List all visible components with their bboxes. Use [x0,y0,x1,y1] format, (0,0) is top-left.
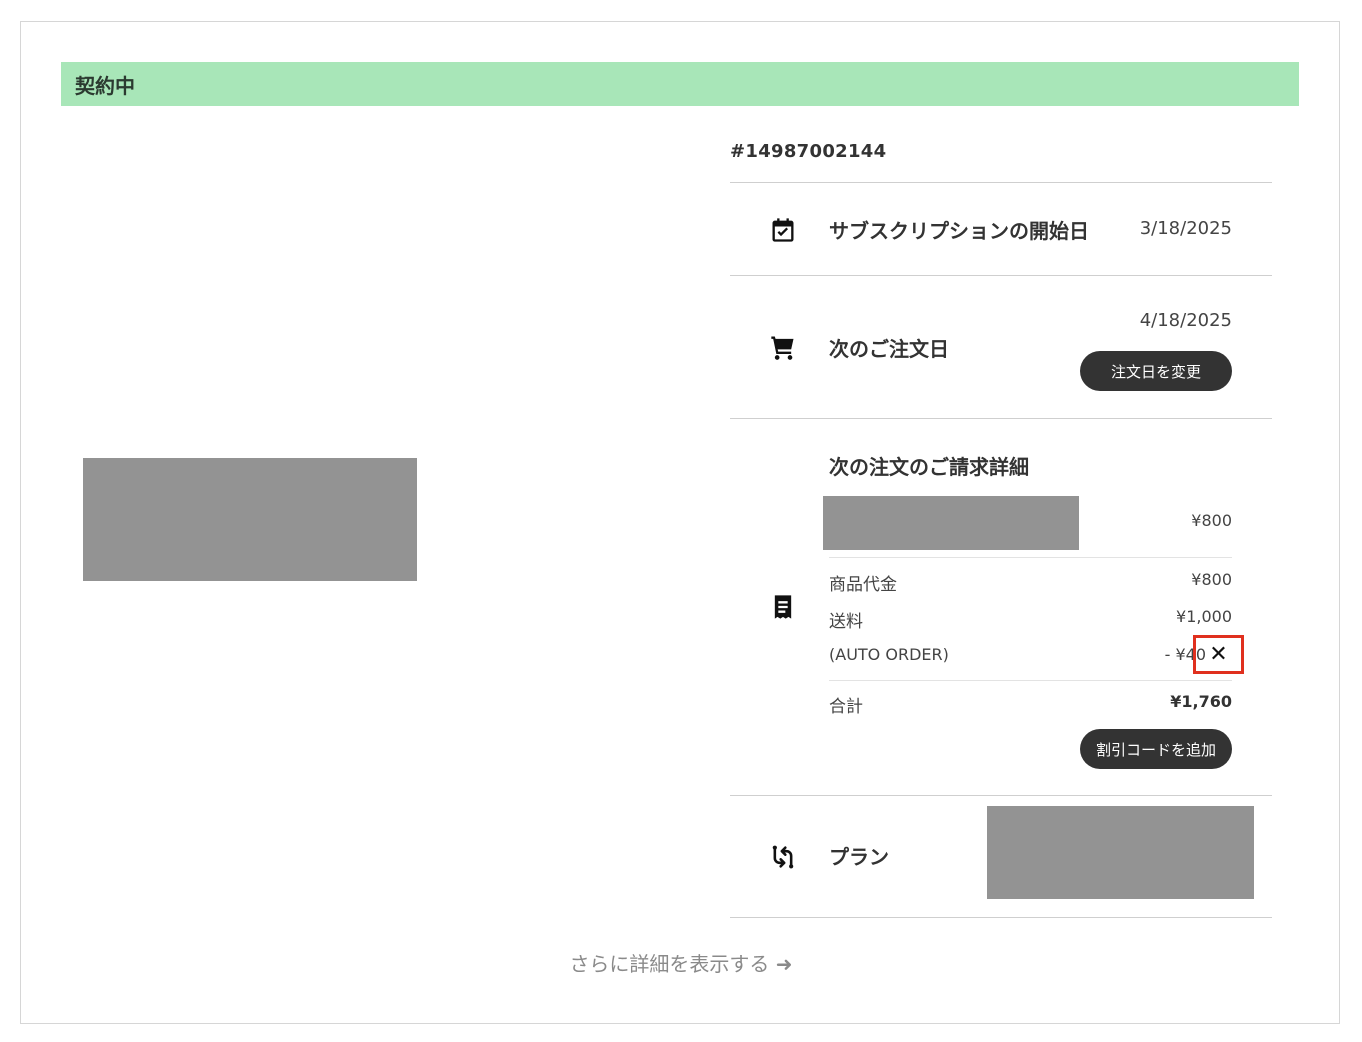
divider [730,275,1272,276]
divider [730,917,1272,918]
next-order-date: 4/18/2025 [1139,310,1232,331]
shipping-label: 送料 [829,612,863,632]
billing-title: 次の注文のご請求詳細 [829,455,1029,479]
show-more-link[interactable]: さらに詳細を表示する ➜ [0,948,1362,977]
divider [829,680,1232,681]
billing-line-discount: (AUTO ORDER) - ¥40 [829,645,1206,664]
status-banner: 契約中 [61,62,1299,106]
close-icon: ✕ [1209,642,1228,667]
subtotal-value: ¥800 [1191,570,1232,589]
next-order-label: 次のご注文日 [829,337,949,361]
divider [829,557,1232,558]
total-label: 合計 [829,697,863,717]
receipt-icon [769,593,797,621]
product-price: ¥800 [1191,511,1232,530]
total-value: ¥1,760 [1170,692,1232,711]
order-number: #14987002144 [730,141,887,162]
change-order-date-button[interactable]: 注文日を変更 [1080,351,1232,391]
calendar-check-icon [769,216,797,244]
remove-discount-button[interactable]: ✕ [1193,635,1244,674]
swap-arrows-icon [769,843,797,871]
subtotal-label: 商品代金 [829,575,897,595]
cart-icon [769,333,797,361]
billing-line-total: 合計 ¥1,760 [829,692,1232,717]
start-date-label: サブスクリプションの開始日 [829,219,1089,243]
divider [730,182,1272,183]
status-label: 契約中 [75,73,135,98]
plan-label: プラン [829,845,889,869]
divider [730,795,1272,796]
product-image [83,458,417,581]
product-name-placeholder [823,496,1079,550]
billing-line-shipping: 送料 ¥1,000 [829,607,1232,632]
plan-name-placeholder [987,806,1254,899]
add-discount-code-button[interactable]: 割引コードを追加 [1080,729,1232,769]
start-date-value: 3/18/2025 [1139,218,1232,239]
discount-label: (AUTO ORDER) [829,645,949,664]
divider [730,418,1272,419]
shipping-value: ¥1,000 [1176,607,1232,626]
billing-line-subtotal: 商品代金 ¥800 [829,570,1232,595]
